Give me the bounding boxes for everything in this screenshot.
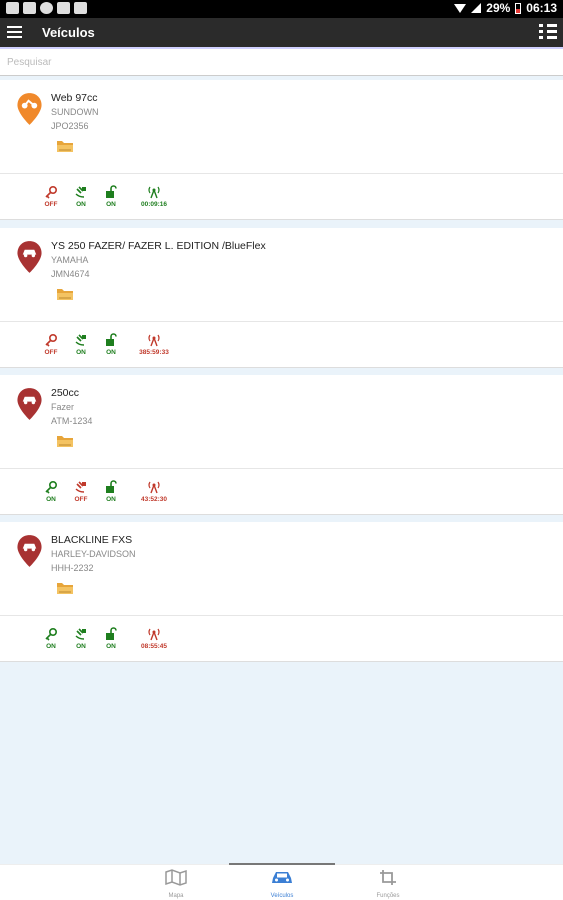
app-icon-2 (74, 2, 87, 14)
chat-icon (6, 2, 19, 14)
lock-icon (91, 185, 131, 199)
vehicle-brand: HARLEY-DAVIDSON (51, 549, 136, 559)
vehicle-card[interactable]: YS 250 FAZER/ FAZER L. EDITION /BlueFlex… (0, 228, 563, 368)
lock-icon (91, 627, 131, 641)
vehicle-pin-icon (17, 388, 42, 420)
vehicle-pin-icon (17, 241, 42, 273)
whatsapp-icon (40, 2, 53, 14)
bottom-navigation: Mapa Veículos Funções (0, 863, 563, 900)
vehicle-card[interactable]: 250cc Fazer ATM-1234 ON OFF ON 43:52:30 (0, 375, 563, 515)
status-label: ON (106, 643, 116, 650)
status-label: ON (106, 349, 116, 356)
vehicle-plate: JPO2356 (51, 121, 89, 131)
active-tab-indicator (229, 863, 335, 865)
signal-status: 00:09:16 (134, 185, 174, 208)
battery-icon (515, 2, 522, 14)
menu-icon[interactable] (7, 26, 22, 38)
vehicle-card[interactable]: BLACKLINE FXS HARLEY-DAVIDSON HHH-2232 ON ON… (0, 522, 563, 662)
vehicle-status-row: OFF ON ON 385:59:33 (0, 333, 563, 363)
antenna-icon (134, 333, 174, 347)
vehicle-info[interactable]: BLACKLINE FXS HARLEY-DAVIDSON HHH-2232 (0, 522, 563, 616)
folder-icon[interactable] (56, 434, 74, 448)
search-bar (0, 47, 563, 76)
lock-status: ON (91, 480, 131, 503)
signal-status: 385:59:33 (134, 333, 174, 356)
nav-tab-functions[interactable]: Funções (348, 869, 428, 899)
app-bar: Veículos (0, 18, 563, 47)
page-title: Veículos (42, 25, 95, 40)
folder-icon[interactable] (56, 581, 74, 595)
lock-icon (91, 333, 131, 347)
vehicle-plate: ATM-1234 (51, 416, 93, 426)
folder-icon[interactable] (56, 139, 74, 153)
notification-icons (6, 2, 87, 14)
app-icon (57, 2, 70, 14)
lock-icon (91, 480, 131, 494)
status-label: ON (106, 201, 116, 208)
image-icon (23, 2, 36, 14)
status-label: 385:59:33 (139, 349, 169, 356)
crop-icon (380, 870, 396, 885)
vehicle-plate: HHH-2232 (51, 563, 94, 573)
system-status-bar: 29% 06:13 (0, 0, 563, 18)
vehicle-status-row: ON OFF ON 43:52:30 (0, 480, 563, 510)
vehicle-info[interactable]: Web 97cc SUNDOWN JPO2356 (0, 80, 563, 174)
status-label: 43:52:30 (140, 496, 168, 503)
vehicle-name: BLACKLINE FXS (51, 534, 133, 546)
vehicle-name: Web 97cc (51, 92, 98, 104)
list-view-icon[interactable] (539, 24, 557, 40)
vehicle-name: YS 250 FAZER/ FAZER L. EDITION /BlueFlex (51, 240, 266, 252)
vehicle-brand: Fazer (51, 402, 75, 412)
map-icon (165, 869, 187, 886)
vehicle-plate: JMN4674 (51, 269, 90, 279)
signal-status: 43:52:30 (134, 480, 174, 503)
vehicle-pin-icon (17, 535, 42, 567)
vehicle-brand: SUNDOWN (51, 107, 99, 117)
nav-tab-map[interactable]: Mapa (136, 869, 216, 899)
vehicle-info[interactable]: YS 250 FAZER/ FAZER L. EDITION /BlueFlex… (0, 228, 563, 322)
lock-status: ON (91, 185, 131, 208)
battery-percent: 29% (486, 1, 511, 15)
signal-status: 08:55:45 (134, 627, 174, 650)
vehicle-status-row: OFF ON ON 00:09:16 (0, 185, 563, 215)
folder-icon[interactable] (56, 287, 74, 301)
status-label: 00:09:16 (140, 201, 168, 208)
lock-status: ON (91, 333, 131, 356)
wifi-icon (454, 3, 467, 13)
nav-tab-vehicles[interactable]: Veículos (242, 869, 322, 899)
antenna-icon (134, 185, 174, 199)
clock: 06:13 (526, 1, 557, 15)
vehicle-brand: YAMAHA (51, 255, 89, 265)
search-input[interactable] (0, 49, 563, 75)
signal-icon (471, 3, 482, 13)
vehicle-pin-icon (17, 93, 42, 125)
antenna-icon (134, 627, 174, 641)
vehicle-card[interactable]: Web 97cc SUNDOWN JPO2356 OFF ON ON 00:09:16 (0, 80, 563, 220)
lock-status: ON (91, 627, 131, 650)
nav-label-functions: Funções (376, 893, 400, 899)
car-icon (272, 872, 292, 883)
nav-label-vehicles: Veículos (270, 893, 294, 899)
vehicle-info[interactable]: 250cc Fazer ATM-1234 (0, 375, 563, 469)
status-label: 08:55:45 (140, 643, 168, 650)
nav-label-map: Mapa (168, 893, 184, 899)
vehicle-name: 250cc (51, 387, 80, 399)
vehicle-status-row: ON ON ON 08:55:45 (0, 627, 563, 657)
antenna-icon (134, 480, 174, 494)
status-label: ON (106, 496, 116, 503)
